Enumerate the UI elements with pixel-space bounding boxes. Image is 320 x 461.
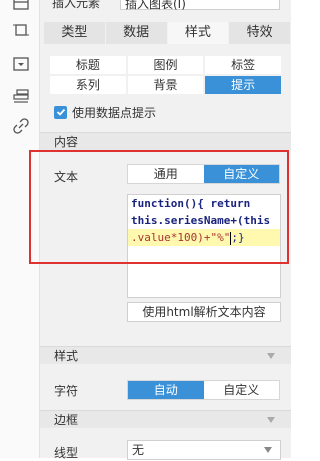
subtab-legend[interactable]: 图例 xyxy=(127,56,204,74)
font-mode-custom[interactable]: 自定义 xyxy=(203,381,279,399)
tooltip-checkbox[interactable] xyxy=(54,105,67,119)
content-section-header[interactable]: 内容 xyxy=(40,132,291,150)
style-section-header[interactable]: 样式 xyxy=(40,346,291,364)
code-line-3-end: ;} xyxy=(231,231,245,244)
tooltip-checkbox-label: 使用数据点提示 xyxy=(72,105,157,120)
code-line-1: function(){ return xyxy=(128,195,280,212)
border-section-title: 边框 xyxy=(54,413,79,427)
subtab-title[interactable]: 标题 xyxy=(50,56,126,74)
tab-data[interactable]: 数据 xyxy=(105,22,168,44)
text-mode-toggle: 通用 自定义 xyxy=(127,164,280,184)
formatter-code-editor[interactable]: function(){ return this.seriesName+(this… xyxy=(127,194,281,298)
tooltip-checkbox-row[interactable]: 使用数据点提示 xyxy=(54,104,156,120)
text-mode-custom[interactable]: 自定义 xyxy=(203,165,279,183)
layers-icon[interactable] xyxy=(13,88,29,104)
code-line-3-text: .value*100)+"%" xyxy=(131,231,231,244)
font-mode-toggle: 自动 自定义 xyxy=(127,380,280,400)
code-line-3: .value*100)+"%";} xyxy=(128,229,280,246)
style-sub-tabs: 标题 图例 标签 系列 背景 提示 xyxy=(50,56,281,94)
html-parse-button[interactable]: 使用html解析文本内容 xyxy=(127,302,281,322)
insert-element-row: 插入元素 插入图表(I) xyxy=(40,0,291,12)
frame-icon[interactable] xyxy=(13,22,29,38)
insert-element-label: 插入元素 xyxy=(52,0,101,10)
style-section-title: 样式 xyxy=(54,349,79,363)
line-type-label: 线型 xyxy=(54,446,79,460)
border-section-header[interactable]: 边框 xyxy=(40,410,291,428)
subtab-label[interactable]: 标签 xyxy=(205,56,281,74)
text-label: 文本 xyxy=(54,170,79,184)
code-line-1-text: function(){ return xyxy=(131,197,251,210)
tab-type[interactable]: 类型 xyxy=(44,22,106,44)
left-toolbar xyxy=(0,0,40,458)
dropdown-icon[interactable] xyxy=(13,56,29,72)
code-line-2-text: this.seriesName+(this xyxy=(131,214,271,227)
chevron-down-icon xyxy=(264,447,272,453)
subtab-series[interactable]: 系列 xyxy=(50,76,126,94)
tab-effects[interactable]: 特效 xyxy=(229,22,291,44)
insert-chart-select[interactable]: 插入图表(I) xyxy=(120,0,280,11)
main-tab-bar: 类型 数据 样式 特效 xyxy=(44,22,291,44)
link-icon[interactable] xyxy=(13,118,29,134)
subtab-background[interactable]: 背景 xyxy=(127,76,204,94)
line-type-value: 无 xyxy=(132,443,145,457)
subtab-tooltip[interactable]: 提示 xyxy=(205,76,281,94)
code-line-2: this.seriesName+(this xyxy=(128,212,280,229)
text-mode-general[interactable]: 通用 xyxy=(128,165,204,183)
font-label: 字符 xyxy=(54,384,79,398)
font-mode-auto[interactable]: 自动 xyxy=(128,381,204,399)
line-type-select[interactable]: 无 xyxy=(127,440,281,460)
table-icon[interactable] xyxy=(13,0,29,10)
properties-panel: 插入元素 插入图表(I) 类型 数据 样式 特效 标题 图例 标签 系列 背景 … xyxy=(40,0,291,460)
chevron-down-icon xyxy=(267,417,275,423)
tab-style[interactable]: 样式 xyxy=(167,22,230,44)
content-section-title: 内容 xyxy=(54,135,79,149)
checkmark-icon xyxy=(56,108,65,116)
chevron-down-icon xyxy=(267,353,275,359)
